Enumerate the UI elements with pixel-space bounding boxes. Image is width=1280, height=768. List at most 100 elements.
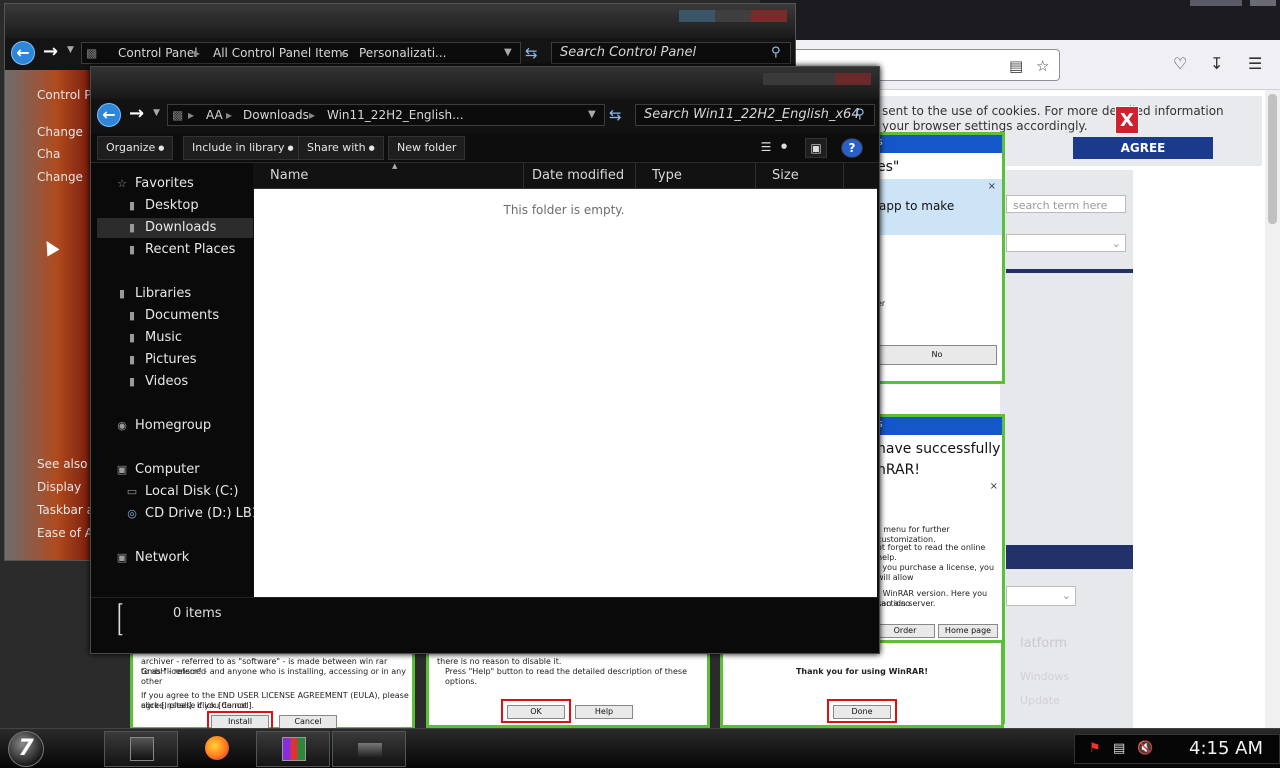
- agree-button[interactable]: AGREE: [1073, 137, 1213, 159]
- taskbar-winrar[interactable]: [256, 731, 330, 767]
- back-button[interactable]: ←: [97, 103, 121, 127]
- recent-pages-icon[interactable]: ▼: [153, 108, 160, 118]
- breadcrumb[interactable]: All Control Panel Items: [213, 43, 349, 63]
- refresh-icon[interactable]: ⇆: [525, 44, 538, 62]
- nav-favorites[interactable]: ☆ Favorites: [115, 174, 194, 194]
- minimize-button[interactable]: [679, 10, 715, 22]
- column-size[interactable]: Size: [756, 163, 844, 189]
- network-icon[interactable]: ▤: [1113, 741, 1125, 756]
- no-button[interactable]: No: [877, 345, 997, 365]
- nav-cd-drive[interactable]: ◎ CD Drive (D:) LB1F: [125, 504, 267, 524]
- maximize-button[interactable]: [799, 73, 835, 85]
- help-icon[interactable]: ?: [841, 138, 863, 158]
- nav-network[interactable]: ▣ Network: [115, 548, 189, 568]
- maximize-button[interactable]: [715, 10, 751, 22]
- nav-computer[interactable]: ▣ Computer: [115, 460, 200, 480]
- minimize-button[interactable]: [1190, 0, 1216, 6]
- forward-button[interactable]: →: [43, 41, 58, 62]
- taskbar-control-panel[interactable]: [332, 731, 406, 767]
- sidebar-link[interactable]: Change: [37, 170, 83, 184]
- search-input[interactable]: Search Win11_22H2_English_x64: [635, 104, 875, 126]
- taskbar-firefox[interactable]: [180, 731, 254, 767]
- nav-documents[interactable]: ▮ Documents: [125, 306, 219, 326]
- nav-pictures[interactable]: ▮ Pictures: [125, 350, 197, 370]
- reader-view-icon[interactable]: ▤: [1009, 57, 1023, 75]
- blurred-text: Windows: [1020, 670, 1070, 683]
- nav-recent-places[interactable]: ▮ Recent Places: [125, 240, 235, 260]
- breadcrumb[interactable]: Control Panel: [118, 43, 198, 63]
- bookmark-star-icon[interactable]: ☆: [1036, 57, 1049, 75]
- help-button[interactable]: Help: [575, 705, 633, 719]
- cancel-button[interactable]: Cancel: [279, 715, 337, 729]
- column-name[interactable]: Name: [254, 163, 524, 189]
- organize-button[interactable]: Organize ●: [97, 136, 174, 160]
- page-scrollbar[interactable]: [1265, 90, 1280, 730]
- banner-close-button[interactable]: X: [1115, 106, 1139, 134]
- sidebar-link[interactable]: Taskbar a: [37, 503, 91, 517]
- start-button[interactable]: 7: [8, 731, 44, 767]
- menu-icon[interactable]: ☰: [1248, 54, 1262, 73]
- scrollbar-thumb[interactable]: [1268, 94, 1277, 224]
- search-input[interactable]: Search Control Panel: [551, 42, 791, 64]
- site-search-input[interactable]: search term here: [1006, 195, 1126, 213]
- order-button[interactable]: Order: [875, 624, 935, 638]
- chevron-down-icon[interactable]: ▼: [588, 105, 596, 125]
- site-select[interactable]: ⌄: [1006, 234, 1126, 252]
- share-with-button[interactable]: Share with ●: [298, 136, 384, 160]
- breadcrumb[interactable]: Downloads: [243, 105, 309, 125]
- pocket-icon[interactable]: ♡: [1173, 54, 1187, 73]
- sidebar-link[interactable]: Change: [37, 125, 83, 139]
- close-button[interactable]: [1250, 0, 1276, 6]
- sidebar-link[interactable]: Cha: [37, 147, 60, 161]
- close-icon[interactable]: ×: [990, 481, 998, 492]
- winrar-icon: [282, 737, 306, 761]
- view-dropdown-icon[interactable]: ●: [781, 142, 787, 150]
- window-titlebar[interactable]: [5, 4, 795, 38]
- breadcrumb[interactable]: Personalizati...: [359, 43, 446, 63]
- action-center-flag-icon[interactable]: ⚑: [1089, 741, 1101, 756]
- address-bar[interactable]: ▩ Control Panel ▸ All Control Panel Item…: [81, 42, 521, 64]
- search-icon[interactable]: ⚲: [855, 107, 865, 122]
- nav-music[interactable]: ▮ Music: [125, 328, 182, 348]
- home-page-button[interactable]: Home page: [938, 624, 998, 638]
- clock[interactable]: 4:15 AM: [1189, 738, 1263, 759]
- section-label: latform: [1020, 636, 1067, 651]
- close-button[interactable]: [835, 73, 871, 85]
- preview-pane-icon[interactable]: ▣: [805, 138, 827, 158]
- breadcrumb[interactable]: Win11_22H2_English...: [327, 105, 464, 125]
- column-type[interactable]: Type: [636, 163, 756, 189]
- site-select-2[interactable]: ⌄: [1006, 586, 1076, 606]
- close-button[interactable]: [751, 10, 787, 22]
- nav-videos[interactable]: ▮ Videos: [125, 372, 188, 392]
- nav-homegroup[interactable]: ◉ Homegroup: [115, 416, 211, 436]
- downloads-icon[interactable]: ↧: [1210, 54, 1223, 73]
- sidebar-link[interactable]: Control P: [37, 88, 91, 102]
- sidebar-link[interactable]: Ease of A: [37, 526, 91, 540]
- sidebar-link[interactable]: Display: [37, 480, 81, 494]
- new-folder-button[interactable]: New folder: [388, 136, 466, 160]
- nav-label: Desktop: [145, 198, 199, 213]
- include-in-library-button[interactable]: Include in library ●: [183, 136, 303, 160]
- maximize-button[interactable]: [1216, 0, 1242, 6]
- back-button[interactable]: ←: [11, 41, 35, 65]
- forward-button[interactable]: →: [129, 103, 144, 124]
- nav-desktop[interactable]: ▮ Desktop: [125, 196, 199, 216]
- view-options-icon[interactable]: ☰: [755, 138, 777, 158]
- window-controls: [763, 73, 871, 85]
- recent-pages-icon[interactable]: ▼: [67, 45, 74, 55]
- window-titlebar[interactable]: [91, 67, 879, 99]
- breadcrumb[interactable]: AA: [206, 105, 223, 125]
- volume-muted-icon[interactable]: 🔇: [1137, 741, 1153, 756]
- search-icon[interactable]: ⚲: [771, 45, 781, 60]
- file-list[interactable]: This folder is empty.: [254, 189, 877, 597]
- close-icon[interactable]: ×: [988, 181, 996, 192]
- address-bar[interactable]: ▩ ▸ AA ▸ Downloads ▸ Win11_22H2_English.…: [167, 104, 605, 126]
- taskbar-explorer[interactable]: [104, 731, 178, 767]
- nav-libraries[interactable]: ▮ Libraries: [115, 284, 191, 304]
- refresh-icon[interactable]: ⇆: [609, 106, 622, 124]
- nav-downloads[interactable]: ▮ Downloads: [125, 218, 216, 238]
- column-date-modified[interactable]: Date modified: [516, 163, 636, 189]
- minimize-button[interactable]: [763, 73, 799, 85]
- nav-local-disk[interactable]: ▭ Local Disk (C:): [125, 482, 239, 502]
- chevron-down-icon[interactable]: ▼: [504, 43, 512, 63]
